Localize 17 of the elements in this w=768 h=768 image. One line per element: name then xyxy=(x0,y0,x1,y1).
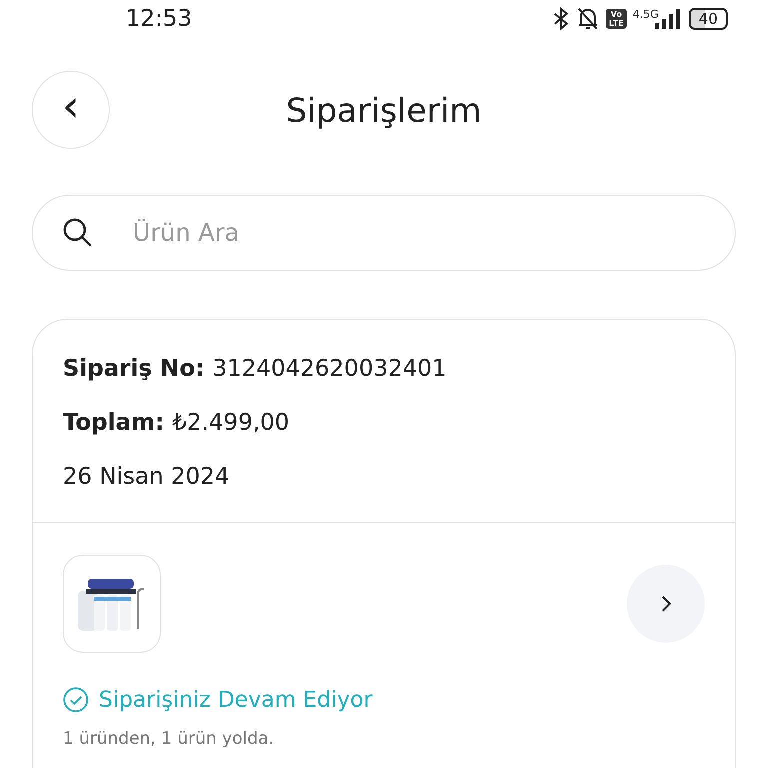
order-detail: Toplam: ₺2.499,00 xyxy=(63,409,291,438)
volte-badge: Vo LTE xyxy=(606,9,627,29)
product-thumbnail[interactable] xyxy=(63,555,161,653)
status-time: 12:53 xyxy=(126,6,192,32)
search-field[interactable]: Ürün Ara xyxy=(32,195,736,271)
bluetooth-icon xyxy=(552,7,570,31)
muted-bell-icon xyxy=(576,6,600,32)
order-status: Siparişiniz Devam Ediyor xyxy=(99,688,373,712)
back-button[interactable]: ‹ xyxy=(32,71,110,149)
chevron-right-icon xyxy=(660,595,672,613)
check-circle-icon xyxy=(63,687,89,713)
order-detail: Sipariş No: 3124042620032401 xyxy=(63,355,448,384)
order-detail: 26 Nisan 2024 xyxy=(63,463,231,492)
order-summary: 1 üründen, 1 ürün yolda. xyxy=(63,729,276,749)
network-type: 4.5G xyxy=(632,8,659,21)
page-title: Siparişlerim xyxy=(286,90,482,130)
battery-indicator: 40 xyxy=(688,8,728,30)
